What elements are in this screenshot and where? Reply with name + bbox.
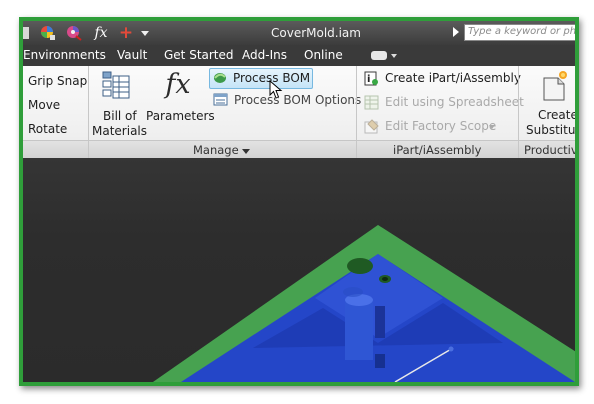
parameters-icon[interactable]: fx xyxy=(161,69,195,103)
graphics-viewport[interactable] xyxy=(23,158,575,382)
tab-vault[interactable]: Vault xyxy=(117,48,147,62)
manage-panel-title[interactable]: Manage xyxy=(193,143,239,157)
appearance-icon[interactable] xyxy=(65,24,83,42)
edit-factory-scope-icon xyxy=(364,119,379,134)
add-icon[interactable]: + xyxy=(117,24,135,42)
window-title: CoverMold.iam xyxy=(271,26,361,40)
create-substitutes-label-1[interactable]: Create xyxy=(538,108,575,122)
search-expand-arrow-icon[interactable] xyxy=(453,27,459,37)
bill-of-materials-label-2[interactable]: Materials xyxy=(92,124,147,138)
parameters-glyph: fx xyxy=(165,69,191,100)
process-bom-button[interactable]: Process BOM xyxy=(209,68,313,89)
grip-snap-button[interactable]: Grip Snap xyxy=(28,74,87,88)
ribbon-tabs: Environments Vault Get Started Add-Ins O… xyxy=(23,45,575,66)
bill-of-materials-icon[interactable] xyxy=(101,70,131,100)
panel-divider xyxy=(356,140,357,158)
tab-add-ins[interactable]: Add-Ins xyxy=(242,48,287,62)
add-glyph: + xyxy=(118,23,134,43)
ribbon-panel-titles xyxy=(23,140,575,159)
tab-get-started[interactable]: Get Started xyxy=(164,48,234,62)
ipart-panel-title: iPart/iAssembly xyxy=(393,143,482,157)
function-icon[interactable]: fx xyxy=(91,24,111,42)
function-glyph: fx xyxy=(94,25,108,41)
tab-environments[interactable]: Environments xyxy=(23,48,106,62)
process-bom-options-button[interactable]: Process BOM Options xyxy=(234,93,361,107)
dropdown-icon[interactable] xyxy=(139,24,151,42)
create-ipart-icon[interactable]: i xyxy=(364,71,379,86)
mold-model-3d[interactable] xyxy=(23,158,575,382)
panel-divider xyxy=(88,140,89,158)
chevron-down-icon[interactable] xyxy=(242,149,250,154)
quick-access-edge xyxy=(23,24,29,42)
ribbon-panel: Grip Snap Move Rotate Bill of Materials xyxy=(23,66,575,159)
process-bom-options-icon[interactable] xyxy=(213,93,228,107)
process-bom-icon xyxy=(214,73,226,83)
move-button[interactable]: Move xyxy=(28,98,60,112)
title-bar: fx + CoverMold.iam Type a keyword or phr… xyxy=(23,21,575,45)
panel-divider xyxy=(518,140,519,158)
chevron-down-icon[interactable] xyxy=(489,125,495,129)
rotate-button[interactable]: Rotate xyxy=(28,122,67,136)
color-wheel-icon[interactable] xyxy=(39,24,57,42)
svg-text:i: i xyxy=(367,74,370,85)
application-window: fx + CoverMold.iam Type a keyword or phr… xyxy=(19,17,579,386)
edit-factory-scope-button[interactable]: Edit Factory Scope xyxy=(385,119,496,133)
tab-online[interactable]: Online xyxy=(304,48,343,62)
search-input[interactable]: Type a keyword or phrase xyxy=(464,24,575,41)
create-substitutes-label-2[interactable]: Substitutes xyxy=(526,123,575,137)
chevron-down-icon[interactable] xyxy=(391,54,397,58)
bill-of-materials-label-1[interactable]: Bill of xyxy=(103,109,137,123)
create-ipart-button[interactable]: Create iPart/iAssembly xyxy=(385,71,521,85)
productivity-panel-title: Productivity xyxy=(524,143,578,157)
parameters-button[interactable]: Parameters xyxy=(146,109,215,123)
screenshot-stage: fx + CoverMold.iam Type a keyword or phr… xyxy=(0,0,594,404)
tab-extra-icon[interactable] xyxy=(371,51,387,60)
create-substitutes-icon[interactable] xyxy=(538,70,570,102)
edit-spreadsheet-icon xyxy=(364,95,379,110)
edit-spreadsheet-button[interactable]: Edit using Spreadsheet xyxy=(385,95,524,109)
